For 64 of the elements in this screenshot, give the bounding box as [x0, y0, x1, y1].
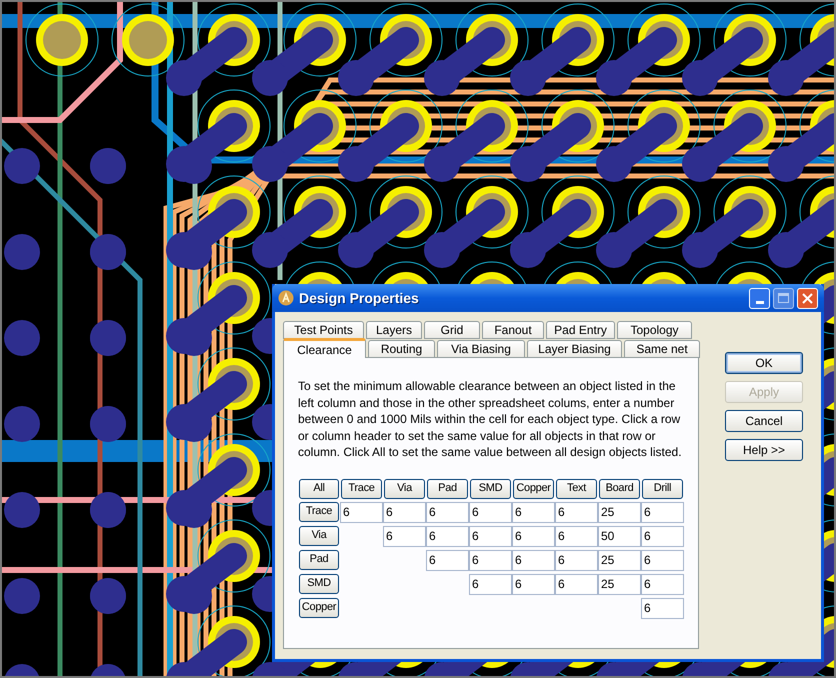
- clearance-input-field[interactable]: 6: [512, 550, 555, 570]
- clearance-input-field[interactable]: 6: [426, 526, 469, 546]
- clearance-input-field[interactable]: 25: [598, 550, 641, 570]
- tab[interactable]: Layers: [366, 321, 422, 339]
- dialog-button[interactable]: Cancel: [725, 410, 803, 432]
- clearance-input-field[interactable]: 6: [512, 526, 555, 546]
- minimize-button[interactable]: [749, 288, 770, 308]
- clearance-input-field[interactable]: 6: [641, 502, 684, 522]
- app-logo-icon: [278, 290, 294, 306]
- clearance-input-field[interactable]: 25: [598, 502, 641, 522]
- clearance-input-field[interactable]: 6: [512, 574, 555, 594]
- clearance-input-field[interactable]: 6: [383, 502, 426, 522]
- column-header-button[interactable]: Text: [556, 478, 597, 498]
- clearance-input-field[interactable]: 6: [426, 502, 469, 522]
- tab[interactable]: Clearance: [283, 338, 366, 358]
- clearance-input-field[interactable]: 25: [598, 574, 641, 594]
- close-icon: [802, 292, 813, 304]
- clearance-input-field[interactable]: 6: [641, 526, 684, 546]
- tab[interactable]: Same net: [624, 340, 700, 358]
- clearance-input-field[interactable]: 6: [555, 550, 598, 570]
- tab[interactable]: Topology: [617, 321, 692, 339]
- column-header-button[interactable]: Via: [384, 478, 425, 498]
- clearance-input-field[interactable]: 6: [641, 598, 684, 618]
- minimize-icon: [756, 300, 764, 304]
- close-button[interactable]: [797, 288, 818, 308]
- row-header-button[interactable]: Pad: [299, 550, 339, 570]
- row-header-button[interactable]: SMD: [299, 574, 339, 594]
- clearance-input-field[interactable]: 6: [340, 502, 383, 522]
- column-header-button[interactable]: Copper: [513, 478, 554, 498]
- tab[interactable]: Routing: [368, 340, 435, 358]
- tab[interactable]: Grid: [424, 321, 480, 339]
- instructions-text: To set the minimum allowable clearance between an object listed in the left column and those in the other spreadsheet colums, enter a number between 0 and 1000 Mils within the cell for each object type. Click a row or column header to set the same value for all objects in that row or column. Click All to set the same value between all design objects listed.: [298, 378, 683, 460]
- clearance-input-field[interactable]: 6: [469, 526, 512, 546]
- tab[interactable]: Fanout: [482, 321, 544, 339]
- maximize-button[interactable]: [773, 288, 794, 308]
- clearance-input-field[interactable]: 6: [555, 574, 598, 594]
- column-header-button[interactable]: Pad: [427, 478, 468, 498]
- tab[interactable]: Pad Entry: [546, 321, 615, 339]
- column-header-button[interactable]: Drill: [642, 478, 683, 498]
- dialog-button[interactable]: OK: [725, 352, 803, 374]
- clearance-input-field[interactable]: 6: [555, 526, 598, 546]
- tab[interactable]: Layer Biasing: [527, 340, 622, 358]
- tab[interactable]: Test Points: [283, 321, 364, 339]
- row-header-button[interactable]: Copper: [299, 598, 339, 618]
- clearance-input-field[interactable]: 6: [469, 550, 512, 570]
- clearance-input-field[interactable]: 6: [469, 574, 512, 594]
- clearance-input-field[interactable]: 6: [426, 550, 469, 570]
- clearance-input-field[interactable]: 6: [469, 502, 512, 522]
- window-title: Design Properties: [299, 288, 419, 308]
- clearance-input-field[interactable]: 50: [598, 526, 641, 546]
- column-header-button[interactable]: SMD: [470, 478, 511, 498]
- tab[interactable]: Via Biasing: [437, 340, 525, 358]
- clearance-input-field[interactable]: 6: [555, 502, 598, 522]
- dialog-button[interactable]: Help >>: [725, 439, 803, 461]
- clearance-input-field[interactable]: 6: [383, 526, 426, 546]
- clearance-input-field[interactable]: 6: [641, 574, 684, 594]
- clearance-input-field[interactable]: 6: [641, 550, 684, 570]
- maximize-icon: [778, 293, 789, 303]
- column-header-button[interactable]: Trace: [341, 478, 382, 498]
- row-header-button[interactable]: Trace: [299, 502, 339, 522]
- all-button[interactable]: All: [299, 478, 339, 498]
- clearance-input-field[interactable]: 6: [512, 502, 555, 522]
- row-header-button[interactable]: Via: [299, 526, 339, 546]
- column-header-button[interactable]: Board: [599, 478, 640, 498]
